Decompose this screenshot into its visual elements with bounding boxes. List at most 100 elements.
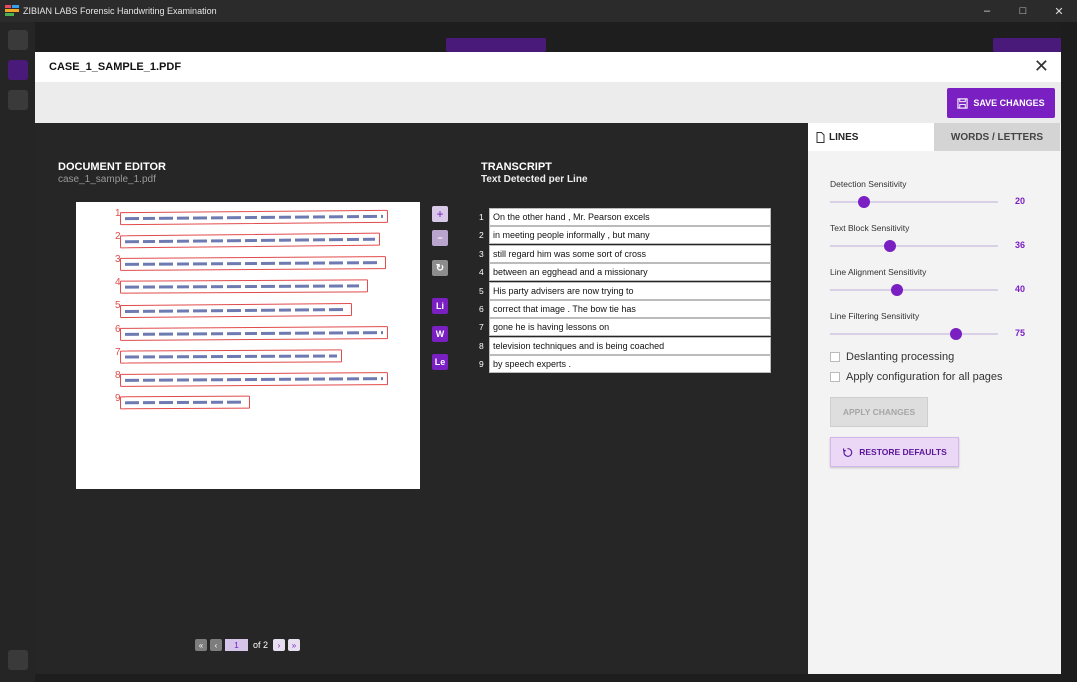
deslanting-checkbox[interactable] <box>830 352 840 362</box>
background-sidebar <box>0 22 35 682</box>
zoom-in-button[interactable]: + <box>432 206 448 222</box>
app-logo-icon <box>5 5 19 17</box>
transcript-line-input[interactable]: still regard him was some sort of cross <box>489 244 771 263</box>
transcript-line-number: 2 <box>479 230 484 241</box>
transcript-line-number: 1 <box>479 212 484 222</box>
tab-lines[interactable]: LINES <box>808 123 934 151</box>
window-titlebar: ZIBIAN LABS Forensic Handwriting Examina… <box>0 0 1077 22</box>
line-filtering-sensitivity-slider: Line Filtering Sensitivity 75 <box>830 311 1040 340</box>
letters-mode-button[interactable]: Le <box>432 354 448 370</box>
transcript-row: 5 His party advisers are now trying to <box>479 281 771 300</box>
transcript-row: 2 in meeting people informally , but many <box>479 226 771 245</box>
line-box[interactable] <box>119 395 251 410</box>
apply-all-pages-label: Apply configuration for all pages <box>846 371 1003 383</box>
prev-page-button[interactable]: ‹ <box>210 639 222 651</box>
document-icon <box>816 131 825 143</box>
minimize-icon[interactable]: – <box>969 0 1005 22</box>
transcript-row: 4 between an egghead and a missionary <box>479 263 771 282</box>
apply-changes-button[interactable]: APPLY CHANGES <box>830 397 928 427</box>
restore-icon <box>843 447 853 457</box>
transcript-row: 7 gone he is having lessons on <box>479 318 771 337</box>
settings-panel: LINES WORDS / LETTERS Detection Sensitiv… <box>808 123 1061 674</box>
rotate-button[interactable]: ↻ <box>432 260 448 276</box>
transcript-line-input[interactable]: between an egghead and a missionary <box>489 263 771 282</box>
window-title: ZIBIAN LABS Forensic Handwriting Examina… <box>23 6 217 16</box>
modal-filename: CASE_1_SAMPLE_1.PDF <box>49 61 182 73</box>
transcript-line-input[interactable]: His party advisers are now trying to <box>489 281 771 300</box>
slider-thumb[interactable] <box>857 196 870 208</box>
slider-label: Line Alignment Sensitivity <box>830 267 927 277</box>
pagination: « ‹ of 2 › » <box>195 639 301 651</box>
transcript-line-number: 9 <box>479 359 484 370</box>
documents-icon <box>8 60 28 80</box>
page-number-input[interactable] <box>225 639 248 651</box>
transcript-line-number: 5 <box>479 285 484 296</box>
document-editor-modal: CASE_1_SAMPLE_1.PDF ✕ SAVE CHANGES DOCUM… <box>35 52 1061 674</box>
slider-track[interactable] <box>830 284 998 296</box>
transcript-subtitle: Text Detected per Line <box>481 174 588 185</box>
page-count-label: of 2 <box>253 640 269 650</box>
tab-lines-label: LINES <box>829 131 859 143</box>
transcript-row: 8 television techniques and is being coac… <box>479 336 771 355</box>
document-editor-title: DOCUMENT EDITOR <box>58 161 166 173</box>
tab-words-letters[interactable]: WORDS / LETTERS <box>934 123 1060 151</box>
apply-all-pages-option[interactable]: Apply configuration for all pages <box>830 371 1003 383</box>
last-page-button[interactable]: » <box>288 639 301 651</box>
slider-thumb[interactable] <box>891 284 904 296</box>
first-page-button[interactable]: « <box>195 639 207 651</box>
maximize-icon[interactable]: □ <box>1005 0 1041 22</box>
slider-value: 75 <box>1015 328 1026 338</box>
save-changes-button[interactable]: SAVE CHANGES <box>947 88 1055 118</box>
transcript-line-input[interactable]: by speech experts . <box>489 355 771 374</box>
slider-track[interactable] <box>830 328 998 340</box>
close-icon[interactable]: ✕ <box>1041 0 1077 22</box>
save-changes-label: SAVE CHANGES <box>973 98 1045 108</box>
line-box[interactable] <box>119 232 381 249</box>
apply-all-pages-checkbox[interactable] <box>830 372 840 382</box>
transcript-row: 9 by speech experts . <box>479 355 771 374</box>
document-page-image[interactable]: 1 2 3 4 5 6 7 8 9 <box>76 202 420 489</box>
slider-track[interactable] <box>830 196 998 208</box>
transcript-line-number: 8 <box>479 340 484 351</box>
transcript-line-input[interactable]: correct that image . The bow tie has <box>489 299 771 318</box>
text-block-sensitivity-slider: Text Block Sensitivity 36 <box>830 223 1040 252</box>
background-panel <box>1061 22 1077 682</box>
line-box[interactable] <box>119 209 389 226</box>
slider-label: Line Filtering Sensitivity <box>830 311 920 321</box>
home-icon <box>8 30 28 50</box>
transcript-line-input[interactable]: in meeting people informally , but many <box>489 226 771 245</box>
line-box[interactable] <box>119 279 369 294</box>
transcript-list: 1 On the other hand , Mr. Pearson excels … <box>479 208 771 374</box>
save-icon <box>957 97 968 109</box>
zoom-out-button[interactable]: − <box>432 230 448 246</box>
slider-label: Text Block Sensitivity <box>830 223 910 233</box>
slider-track[interactable] <box>830 240 998 252</box>
line-box[interactable] <box>119 372 389 387</box>
deslanting-label: Deslanting processing <box>846 351 955 363</box>
transcript-title: TRANSCRIPT <box>481 161 552 173</box>
slider-thumb[interactable] <box>884 240 897 252</box>
line-alignment-sensitivity-slider: Line Alignment Sensitivity 40 <box>830 267 1040 296</box>
slider-value: 36 <box>1015 240 1026 250</box>
modal-toolbar: SAVE CHANGES <box>35 82 1061 123</box>
deslanting-option[interactable]: Deslanting processing <box>830 351 954 363</box>
line-box[interactable] <box>119 256 387 271</box>
close-icon[interactable]: ✕ <box>1034 56 1049 76</box>
lines-mode-button[interactable]: Li <box>432 298 448 314</box>
transcript-line-number: 6 <box>479 303 484 314</box>
restore-defaults-button[interactable]: RESTORE DEFAULTS <box>830 437 959 467</box>
slider-value: 20 <box>1015 196 1026 206</box>
slider-value: 40 <box>1015 284 1026 294</box>
slider-thumb[interactable] <box>950 328 962 340</box>
words-mode-button[interactable]: W <box>432 326 448 342</box>
next-page-button[interactable]: › <box>273 639 286 651</box>
panel-tabs: LINES WORDS / LETTERS <box>808 123 1061 151</box>
transcript-line-input[interactable]: gone he is having lessons on <box>489 318 771 337</box>
slider-label: Detection Sensitivity <box>830 179 907 189</box>
gear-icon <box>8 90 28 110</box>
transcript-line-input[interactable]: On the other hand , Mr. Pearson excels <box>489 208 771 226</box>
line-box[interactable] <box>119 302 353 319</box>
transcript-line-input[interactable]: television techniques and is being coach… <box>489 336 771 355</box>
line-box[interactable] <box>119 326 389 341</box>
line-box[interactable] <box>119 349 343 364</box>
